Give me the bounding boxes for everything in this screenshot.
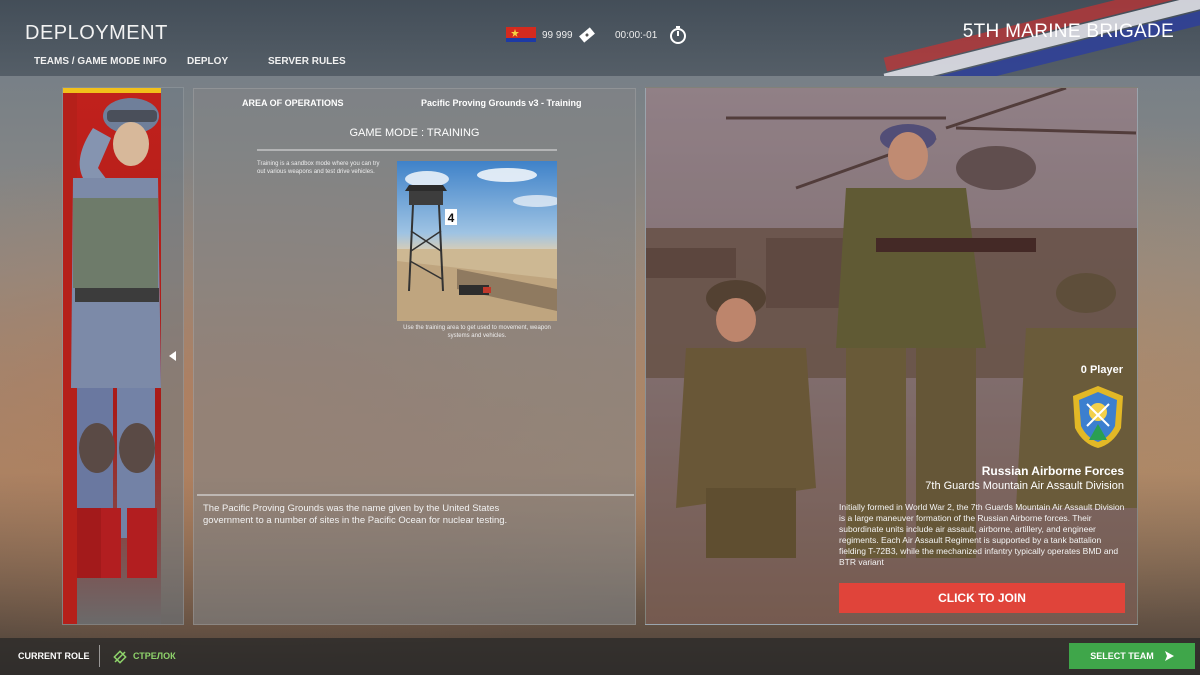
select-team-button[interactable]: SELECT TEAM: [1069, 643, 1195, 669]
bottom-bar: CURRENT ROLE СТРЕЛОК SELECT TEAM: [0, 638, 1200, 675]
ticket-count: 99 999: [542, 30, 573, 41]
svg-text:4: 4: [448, 211, 455, 225]
current-role-label: CURRENT ROLE: [18, 651, 90, 661]
tab-server-rules[interactable]: SERVER RULES: [268, 56, 388, 67]
brigade-name: 5TH MARINE BRIGADE: [962, 21, 1174, 42]
team-panel[interactable]: 0 Player Russian Airborne Forces 7th Gua…: [645, 87, 1138, 625]
rifleman-role-icon: [113, 650, 127, 664]
area-of-operations-label: AREA OF OPERATIONS: [242, 98, 344, 108]
top-bar: DEPLOYMENT TEAMS / GAME MODE INFO DEPLOY…: [0, 0, 1200, 76]
game-mode-panel: AREA OF OPERATIONS Pacific Proving Groun…: [193, 88, 636, 625]
collapse-arrow-icon[interactable]: [165, 346, 181, 366]
tab-deploy[interactable]: DEPLOY: [187, 56, 268, 67]
divider: [197, 494, 634, 496]
arrow-right-icon: [1164, 651, 1174, 661]
round-timer: 00:00:-01: [615, 30, 658, 41]
select-team-label: SELECT TEAM: [1090, 651, 1154, 661]
ticket-icon: [578, 26, 596, 44]
opposing-team-panel[interactable]: [62, 87, 184, 625]
divider: [257, 149, 557, 151]
saluting-soldier-image: [63, 88, 161, 624]
player-count: 0 Player: [1080, 364, 1123, 376]
stopwatch-icon: [668, 25, 688, 45]
game-mode-title: GAME MODE : TRAINING: [349, 127, 480, 139]
faction-description: Initially formed in World War 2, the 7th…: [839, 502, 1125, 567]
training-image-caption: Use the training area to get used to mov…: [403, 325, 551, 339]
game-mode-description: Training is a sandbox mode where you can…: [257, 161, 380, 175]
click-to-join-button[interactable]: CLICK TO JOIN: [839, 583, 1125, 613]
training-area-image: 4: [397, 161, 557, 321]
map-name: Pacific Proving Grounds v3 - Training: [421, 98, 582, 108]
page-title: DEPLOYMENT: [25, 22, 168, 44]
division-emblem-icon: [1069, 384, 1127, 450]
faction-flag-icon: [506, 27, 536, 42]
tab-teams-game-mode-info[interactable]: TEAMS / GAME MODE INFO: [34, 56, 187, 67]
faction-name: Russian Airborne Forces: [981, 464, 1124, 478]
division-name: 7th Guards Mountain Air Assault Division: [925, 480, 1124, 492]
current-role-name[interactable]: СТРЕЛОК: [133, 651, 176, 661]
divider: [99, 645, 100, 667]
main-tabs: TEAMS / GAME MODE INFO DEPLOY SERVER RUL…: [34, 56, 388, 67]
soldier-portrait: [63, 88, 161, 624]
map-description: The Pacific Proving Grounds was the name…: [203, 503, 508, 526]
